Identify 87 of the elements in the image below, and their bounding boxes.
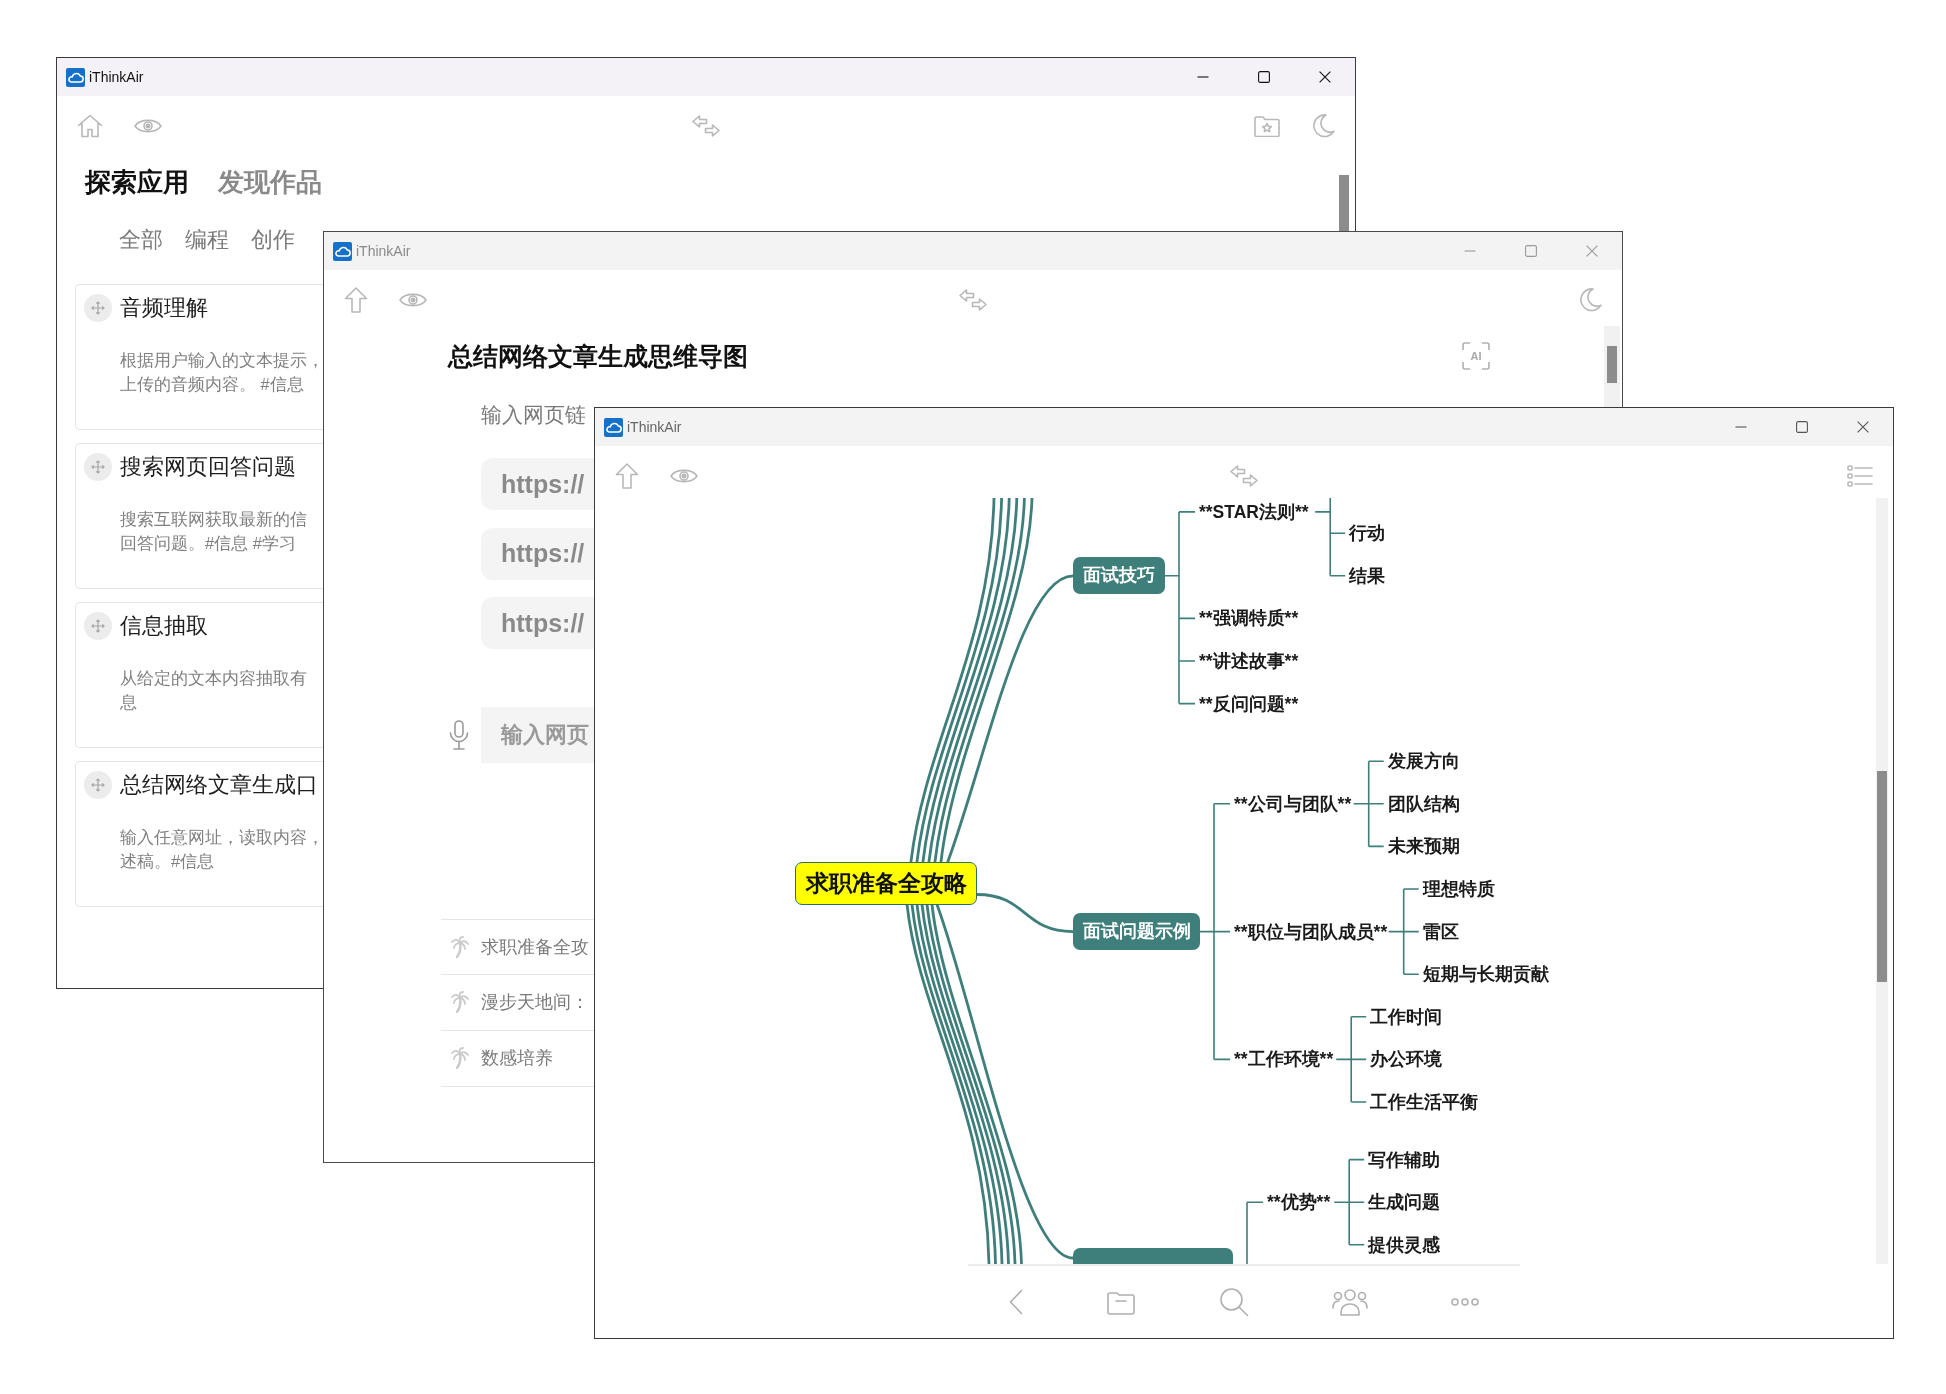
example-url-button[interactable]: https://	[481, 527, 595, 580]
card-title: 音频理解	[120, 295, 208, 322]
list-icon[interactable]	[1847, 465, 1873, 487]
subtopic-label: **优势**	[1267, 1191, 1331, 1215]
ai-button[interactable]: AI	[1462, 342, 1490, 370]
app-logo-icon	[604, 417, 623, 437]
folder-icon[interactable]	[1106, 1289, 1137, 1315]
root-node: 求职准备全攻略	[795, 861, 977, 905]
scrollbar-track[interactable]	[1604, 326, 1620, 408]
subtopic-label: **讲述故事**	[1199, 650, 1299, 673]
eye-icon[interactable]	[134, 117, 162, 135]
group-icon[interactable]	[1331, 1288, 1368, 1316]
microphone-icon[interactable]	[449, 719, 469, 750]
move-icon	[84, 294, 112, 322]
move-icon	[84, 771, 112, 799]
subtopic-label: **职位与团队成员**	[1234, 920, 1388, 944]
filter-tab[interactable]: 编程	[185, 226, 229, 254]
folder-icon[interactable]	[1254, 115, 1280, 137]
card-description: 从给定的文本内容抽取有 息	[120, 668, 308, 713]
app-logo-icon	[66, 67, 85, 87]
leaf-label: 未来预期	[1387, 835, 1460, 859]
example-url-button[interactable]: https://	[481, 458, 595, 510]
close-icon[interactable]	[1318, 71, 1331, 83]
subtopic-label: **强调特质**	[1199, 607, 1299, 631]
card-title: 总结网络文章生成口	[120, 772, 318, 799]
section-tab[interactable]: 探索应用	[85, 166, 189, 198]
window-title: iThinkAir	[89, 69, 144, 85]
leaf-label: 工作时间	[1370, 1005, 1443, 1029]
moon-icon[interactable]	[1578, 288, 1602, 312]
leaf-label: 提供灵感	[1368, 1233, 1441, 1257]
swap-icon[interactable]	[1230, 465, 1258, 487]
section-tab[interactable]: 发现作品	[218, 166, 322, 198]
topic-node: 面试技巧	[1073, 557, 1165, 595]
leaf-label: 行动	[1349, 522, 1386, 546]
subtopic-label: **公司与团队**	[1234, 792, 1352, 816]
eye-icon[interactable]	[399, 291, 427, 309]
card-title: 信息抽取	[120, 613, 208, 640]
palm-tree-icon	[451, 991, 469, 1013]
card-description: 输入任意网址，读取内容， 述稿。#信息	[120, 827, 324, 872]
leaf-label: 发展方向	[1387, 750, 1460, 774]
app-logo-icon	[333, 241, 352, 261]
scrollbar-thumb[interactable]	[1607, 346, 1617, 383]
leaf-label: 生成问题	[1368, 1191, 1441, 1215]
more-icon[interactable]	[1450, 1298, 1479, 1306]
prompt-description: 输入网页链	[481, 402, 586, 428]
leaf-label: 理想特质	[1422, 878, 1495, 901]
card-title: 搜索网页回答问题	[120, 454, 296, 481]
url-input[interactable]: 输入网页	[481, 706, 595, 763]
moon-icon[interactable]	[1311, 114, 1335, 138]
leaf-label: 雷区	[1422, 920, 1459, 944]
leaf-label: 团队结构	[1387, 792, 1460, 816]
subtopic-label: **工作环境**	[1234, 1048, 1334, 1072]
example-url-button[interactable]: https://	[481, 597, 595, 649]
window-title: iThinkAir	[356, 243, 411, 259]
arrow-up-icon[interactable]	[615, 463, 639, 489]
filter-tab[interactable]: 全部	[119, 226, 163, 254]
back-icon[interactable]	[1009, 1289, 1024, 1315]
move-icon	[84, 612, 112, 640]
maximize-icon[interactable]	[1795, 421, 1808, 433]
maximize-icon[interactable]	[1257, 71, 1270, 83]
move-icon	[84, 453, 112, 481]
bracket-line	[1246, 1201, 1264, 1264]
palm-tree-icon	[451, 935, 469, 958]
leaf-label: 结果	[1349, 564, 1386, 588]
window-title: iThinkAir	[627, 419, 682, 435]
arrow-up-icon[interactable]	[344, 287, 368, 313]
filter-tab[interactable]: 创作	[251, 226, 295, 254]
search-icon[interactable]	[1219, 1287, 1249, 1317]
leaf-label: 短期与长期贡献	[1422, 963, 1549, 987]
eye-icon[interactable]	[670, 467, 698, 485]
palm-tree-icon	[451, 1047, 469, 1069]
subtopic-label: **STAR法则**	[1199, 500, 1309, 524]
close-icon[interactable]	[1856, 421, 1869, 433]
leaf-label: 工作生活平衡	[1370, 1091, 1479, 1114]
card-description: 根据用户输入的文本提示， 上传的音频内容。 #信息	[120, 350, 324, 395]
home-icon[interactable]	[77, 113, 103, 139]
leaf-label: 办公环境	[1370, 1048, 1443, 1072]
topic-node: 面试问题示例	[1073, 913, 1200, 951]
swap-icon[interactable]	[959, 289, 987, 311]
leaf-label: 写作辅助	[1368, 1148, 1441, 1172]
card-description: 搜索互联网获取最新的信 回答问题。#信息 #学习	[120, 509, 308, 554]
subtopic-label: **反问问题**	[1199, 692, 1299, 716]
scrollbar-thumb[interactable]	[1877, 771, 1887, 982]
scrollbar-track[interactable]	[1876, 498, 1888, 1264]
page-heading: 总结网络文章生成思维导图	[448, 340, 749, 372]
scrollbar-thumb[interactable]	[1339, 175, 1349, 232]
swap-icon[interactable]	[692, 115, 720, 137]
